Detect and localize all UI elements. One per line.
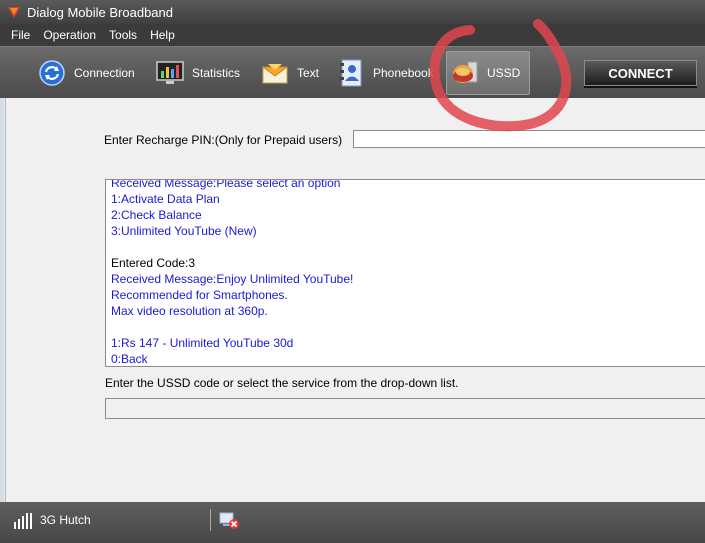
message-line: 1:Activate Data Plan bbox=[111, 192, 220, 206]
toolbar: Connection Statistics Text Phonebook USS… bbox=[0, 46, 705, 98]
tab-text[interactable]: Text bbox=[261, 52, 319, 94]
signal-bars-icon bbox=[14, 513, 32, 529]
refresh-icon bbox=[38, 59, 66, 87]
ussd-disc-icon bbox=[451, 59, 479, 87]
menu-tools[interactable]: Tools bbox=[103, 28, 144, 42]
message-line: Received Message:Please select an option bbox=[111, 179, 341, 190]
message-line bbox=[111, 239, 353, 255]
tab-ussd-label: USSD bbox=[487, 66, 521, 80]
connection-error-icon[interactable] bbox=[219, 512, 241, 530]
app-logo-icon bbox=[8, 7, 20, 18]
recharge-pin-input[interactable] bbox=[353, 130, 705, 148]
message-line: Recommended for Smartphones. bbox=[111, 288, 288, 302]
message-line: Received Message:Enjoy Unlimited YouTube… bbox=[111, 272, 354, 286]
message-line: 0:Back bbox=[111, 352, 148, 366]
tab-connection-label: Connection bbox=[74, 66, 135, 80]
tab-phonebook[interactable]: Phonebook bbox=[337, 52, 434, 94]
message-lines: Received Message:Please select an option… bbox=[111, 179, 354, 366]
window-title: Dialog Mobile Broadband bbox=[27, 4, 173, 20]
status-divider bbox=[210, 509, 211, 531]
menu-help[interactable]: Help bbox=[144, 28, 182, 42]
ussd-panel: Enter Recharge PIN:(Only for Prepaid use… bbox=[5, 98, 705, 502]
message-line: Max video resolution at 360p. bbox=[111, 304, 268, 318]
ussd-message-log[interactable]: Received Message:Please select an option… bbox=[105, 179, 705, 367]
message-line: 1:Rs 147 - Unlimited YouTube 30d bbox=[111, 336, 294, 350]
envelope-icon bbox=[261, 59, 289, 87]
tab-statistics[interactable]: Statistics bbox=[156, 52, 240, 94]
tab-text-label: Text bbox=[297, 66, 320, 80]
chart-monitor-icon bbox=[156, 59, 184, 87]
menu-operation[interactable]: Operation bbox=[37, 28, 103, 42]
recharge-pin-label: Enter Recharge PIN:(Only for Prepaid use… bbox=[104, 133, 343, 147]
connect-button[interactable]: CONNECT bbox=[584, 60, 697, 86]
title-bar: Dialog Mobile Broadband bbox=[0, 0, 705, 24]
window-edge bbox=[0, 98, 4, 502]
tab-statistics-label: Statistics bbox=[192, 66, 241, 80]
tab-phonebook-label: Phonebook bbox=[373, 66, 434, 80]
message-line: 2:Check Balance bbox=[111, 208, 202, 222]
address-book-icon bbox=[337, 59, 365, 87]
network-status: 3G Hutch bbox=[40, 513, 91, 527]
ussd-code-input[interactable] bbox=[105, 398, 705, 419]
menu-file[interactable]: File bbox=[0, 28, 37, 42]
tab-ussd[interactable]: USSD bbox=[446, 51, 530, 95]
message-line: Entered Code:3 bbox=[111, 256, 196, 270]
tab-connection[interactable]: Connection bbox=[38, 52, 135, 94]
message-line bbox=[111, 319, 353, 335]
ussd-code-label: Enter the USSD code or select the servic… bbox=[105, 376, 459, 390]
status-bar: 3G Hutch bbox=[0, 502, 705, 543]
menu-bar: File Operation Tools Help bbox=[0, 24, 705, 46]
message-line: 3:Unlimited YouTube (New) bbox=[111, 224, 257, 238]
